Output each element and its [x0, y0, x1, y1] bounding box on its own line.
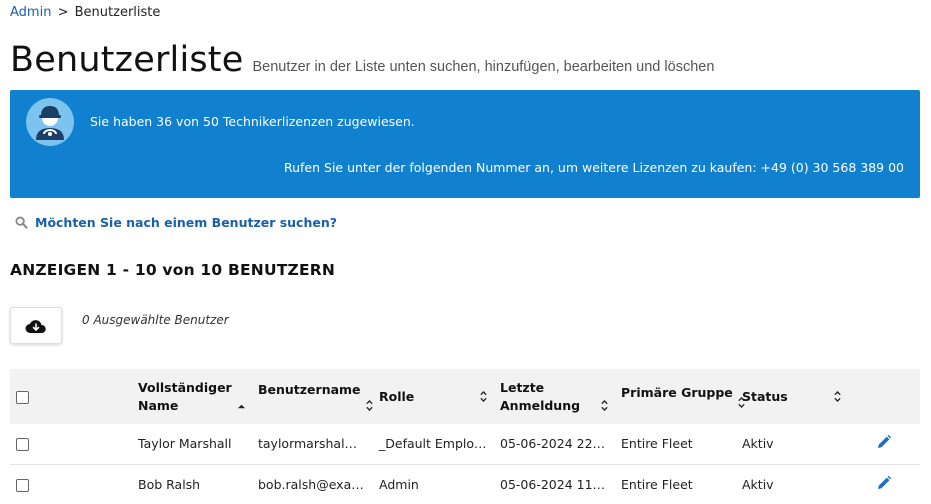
select-all-checkbox[interactable]: [16, 390, 29, 404]
last-login-cell: 05-06-2024 11:58: [494, 464, 615, 504]
header-primary-group[interactable]: Primäre Gruppe: [615, 369, 745, 424]
sort-icon: [834, 391, 841, 402]
cloud-download-icon: [25, 319, 46, 333]
sort-icon: [480, 391, 487, 402]
actions-cell: [848, 464, 920, 504]
header-primary-group-label: Primäre Gruppe: [621, 385, 733, 400]
page-title: Benutzerliste: [10, 40, 244, 80]
header-username[interactable]: Benutzername: [252, 369, 373, 424]
role-cell: Admin: [373, 464, 494, 504]
breadcrumb: Admin > Benutzerliste: [10, 5, 160, 20]
header-full-name[interactable]: Vollständiger Name: [132, 369, 252, 424]
header-status[interactable]: Status: [736, 369, 848, 424]
breadcrumb-admin-link[interactable]: Admin: [10, 5, 51, 20]
search-icon: [15, 216, 28, 229]
status-cell: Aktiv: [736, 424, 848, 465]
primary-group-cell: Entire Fleet: [615, 464, 736, 504]
header-last-login[interactable]: Letzte Anmeldung: [494, 369, 615, 424]
table-row: Taylor Marshall taylormarshal@ex… _Defau…: [10, 424, 920, 465]
select-all-header: [10, 369, 132, 424]
header-status-label: Status: [742, 388, 788, 404]
selected-users-count: 0 Ausgewählte Benutzer: [82, 313, 229, 327]
purchase-info-text: Rufen Sie unter der folgenden Nummer an,…: [283, 160, 904, 175]
page-header: Benutzerliste Benutzer in der Liste unte…: [10, 40, 714, 80]
table-header-row: Vollständiger Name Benutzername Rolle Le…: [10, 369, 920, 424]
user-count-heading: ANZEIGEN 1 - 10 von 10 BENUTZERN: [10, 261, 336, 279]
edit-pencil-icon[interactable]: [876, 434, 892, 450]
user-search-link[interactable]: Möchten Sie nach einem Benutzer suchen?: [15, 215, 337, 230]
sort-icon: [601, 399, 608, 411]
edit-pencil-icon[interactable]: [876, 475, 892, 491]
primary-group-cell: Entire Fleet: [615, 424, 736, 465]
username-cell: taylormarshal@ex…: [252, 424, 373, 465]
row-checkbox[interactable]: [16, 478, 29, 492]
role-cell: _Default Employee: [373, 424, 494, 465]
technician-avatar-icon: [26, 98, 74, 146]
header-username-label: Benutzername: [258, 382, 361, 397]
last-login-cell: 05-06-2024 22:44: [494, 424, 615, 465]
header-role[interactable]: Rolle: [373, 369, 494, 424]
table-row: Bob Ralsh bob.ralsh@examp… Admin 05-06-2…: [10, 464, 920, 504]
header-actions: [848, 369, 920, 424]
full-name-cell: Taylor Marshall: [132, 424, 252, 465]
actions-cell: [848, 424, 920, 465]
row-checkbox[interactable]: [16, 438, 29, 452]
status-cell: Aktiv: [736, 464, 848, 504]
header-full-name-label: Vollständiger Name: [138, 379, 232, 413]
sort-icon: [365, 400, 373, 411]
user-search-label: Möchten Sie nach einem Benutzer suchen?: [35, 215, 337, 230]
breadcrumb-current: Benutzerliste: [74, 5, 161, 20]
row-select-cell: [10, 424, 132, 465]
license-banner: Sie haben 36 von 50 Technikerlizenzen zu…: [10, 90, 920, 198]
breadcrumb-separator: >: [57, 5, 69, 20]
header-role-label: Rolle: [379, 388, 415, 404]
header-last-login-label: Letzte Anmeldung: [500, 379, 581, 413]
sort-ascending-icon: [237, 404, 246, 408]
download-button[interactable]: [10, 307, 62, 344]
users-table: Vollständiger Name Benutzername Rolle Le…: [10, 369, 920, 504]
license-count-text: Sie haben 36 von 50 Technikerlizenzen zu…: [90, 114, 415, 129]
full-name-cell: Bob Ralsh: [132, 464, 252, 504]
username-cell: bob.ralsh@examp…: [252, 464, 373, 504]
page-subtitle: Benutzer in der Liste unten suchen, hinz…: [252, 59, 715, 75]
row-select-cell: [10, 464, 132, 504]
